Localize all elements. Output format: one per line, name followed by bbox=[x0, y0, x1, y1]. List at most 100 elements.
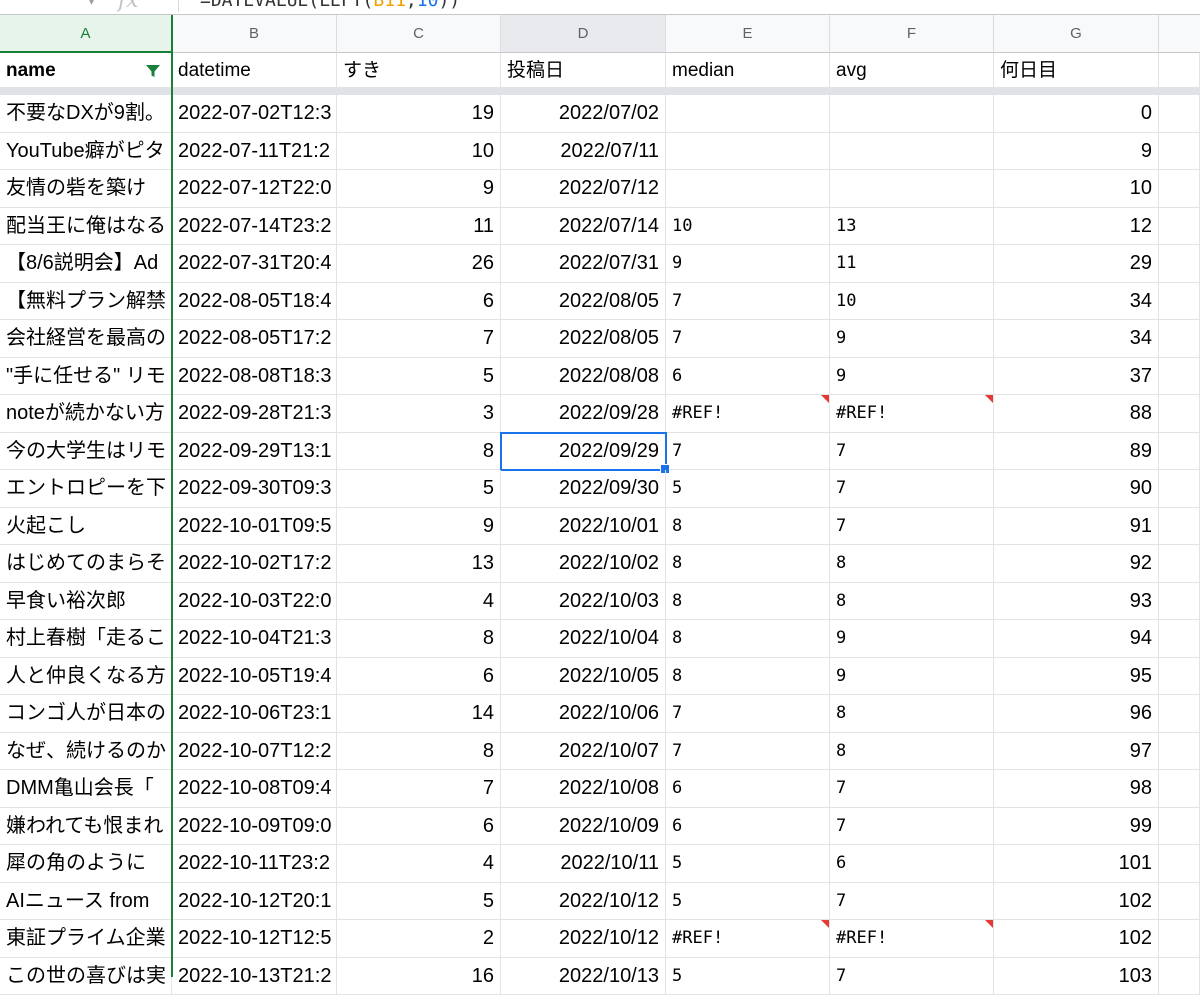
empty-cell[interactable] bbox=[1159, 808, 1200, 846]
header-cell-post-date[interactable]: 投稿日 bbox=[501, 53, 666, 88]
column-header-b[interactable]: B bbox=[172, 15, 337, 53]
cell-avg[interactable]: 9 bbox=[830, 620, 994, 658]
cell-median[interactable]: 6 bbox=[666, 770, 830, 808]
cell-day-n[interactable]: 101 bbox=[994, 845, 1159, 883]
empty-cell[interactable] bbox=[1159, 845, 1200, 883]
cell-day-n[interactable]: 12 bbox=[994, 208, 1159, 246]
empty-cell[interactable] bbox=[1159, 470, 1200, 508]
cell-post-date[interactable]: 2022/10/09 bbox=[501, 808, 666, 846]
error-marker-icon[interactable] bbox=[985, 920, 993, 928]
cell-post-date[interactable]: 2022/07/31 bbox=[501, 245, 666, 283]
formula-bar[interactable]: ▾ fx =DATEVALUE(LEFT(B11,10)) bbox=[0, 0, 1200, 15]
cell-day-n[interactable]: 34 bbox=[994, 320, 1159, 358]
cell-day-n[interactable]: 97 bbox=[994, 733, 1159, 771]
empty-cell[interactable] bbox=[1159, 658, 1200, 696]
cell-post-date[interactable]: 2022/10/04 bbox=[501, 620, 666, 658]
cell-name[interactable]: 早食い裕次郎 bbox=[0, 583, 172, 621]
cell-suki[interactable]: 3 bbox=[337, 395, 501, 433]
cell-post-date[interactable]: 2022/07/02 bbox=[501, 95, 666, 133]
header-cell-day-n[interactable]: 何日目 bbox=[994, 53, 1159, 88]
cell-day-n[interactable]: 103 bbox=[994, 958, 1159, 995]
cell-name[interactable]: 会社経営を最高の bbox=[0, 320, 172, 358]
error-marker-icon[interactable] bbox=[821, 920, 829, 928]
cell-post-date[interactable]: 2022/10/07 bbox=[501, 733, 666, 771]
cell-name[interactable]: なぜ、続けるのか bbox=[0, 733, 172, 771]
cell-median[interactable]: 7 bbox=[666, 695, 830, 733]
cell-datetime[interactable]: 2022-10-09T09:0 bbox=[172, 808, 337, 846]
cell-name[interactable]: 人と仲良くなる方 bbox=[0, 658, 172, 696]
cell-name[interactable]: 村上春樹「走るこ bbox=[0, 620, 172, 658]
cell-avg[interactable]: 7 bbox=[830, 508, 994, 546]
cell-avg[interactable] bbox=[830, 133, 994, 171]
column-header-a[interactable]: A bbox=[0, 15, 172, 53]
cell-suki[interactable]: 4 bbox=[337, 845, 501, 883]
cell-avg[interactable]: 10 bbox=[830, 283, 994, 321]
cell-post-date[interactable]: 2022/09/30 bbox=[501, 470, 666, 508]
cell-post-date[interactable]: 2022/08/05 bbox=[501, 283, 666, 321]
empty-cell[interactable] bbox=[1159, 695, 1200, 733]
cell-suki[interactable]: 5 bbox=[337, 358, 501, 396]
cell-avg[interactable]: 9 bbox=[830, 358, 994, 396]
column-header-h[interactable] bbox=[1159, 15, 1200, 53]
cell-post-date[interactable]: 2022/10/13 bbox=[501, 958, 666, 995]
cell-name[interactable]: エントロピーを下 bbox=[0, 470, 172, 508]
cell-day-n[interactable]: 102 bbox=[994, 920, 1159, 958]
cell-suki[interactable]: 7 bbox=[337, 770, 501, 808]
cell-median[interactable]: 7 bbox=[666, 733, 830, 771]
chevron-down-icon[interactable]: ▾ bbox=[88, 0, 95, 9]
cell-day-n[interactable]: 37 bbox=[994, 358, 1159, 396]
cell-name[interactable]: コンゴ人が日本の bbox=[0, 695, 172, 733]
empty-cell[interactable] bbox=[1159, 583, 1200, 621]
cell-day-n[interactable]: 88 bbox=[994, 395, 1159, 433]
cell-datetime[interactable]: 2022-10-04T21:3 bbox=[172, 620, 337, 658]
cell-datetime[interactable]: 2022-10-13T21:2 bbox=[172, 958, 337, 995]
cell-suki[interactable]: 9 bbox=[337, 508, 501, 546]
cell-datetime[interactable]: 2022-10-05T19:4 bbox=[172, 658, 337, 696]
cell-post-date[interactable]: 2022/08/08 bbox=[501, 358, 666, 396]
empty-cell[interactable] bbox=[1159, 395, 1200, 433]
cell-avg[interactable]: #REF! bbox=[830, 395, 994, 433]
cell-day-n[interactable]: 34 bbox=[994, 283, 1159, 321]
cell-name[interactable]: 今の大学生はリモ bbox=[0, 433, 172, 471]
cell-day-n[interactable]: 92 bbox=[994, 545, 1159, 583]
empty-cell[interactable] bbox=[1159, 920, 1200, 958]
cell-median[interactable]: 10 bbox=[666, 208, 830, 246]
cell-suki[interactable]: 6 bbox=[337, 283, 501, 321]
cell-avg[interactable]: 7 bbox=[830, 770, 994, 808]
filter-icon[interactable] bbox=[145, 63, 161, 79]
cell-day-n[interactable]: 102 bbox=[994, 883, 1159, 921]
empty-cell[interactable] bbox=[1159, 958, 1200, 995]
header-cell-median[interactable]: median bbox=[666, 53, 830, 88]
cell-post-date[interactable]: 2022/10/12 bbox=[501, 920, 666, 958]
cell-avg[interactable]: #REF! bbox=[830, 920, 994, 958]
cell-post-date[interactable]: 2022/07/11 bbox=[501, 133, 666, 171]
empty-cell[interactable] bbox=[1159, 53, 1200, 88]
cell-avg[interactable] bbox=[830, 95, 994, 133]
cell-median[interactable]: 7 bbox=[666, 433, 830, 471]
cell-datetime[interactable]: 2022-09-29T13:1 bbox=[172, 433, 337, 471]
empty-cell[interactable] bbox=[1159, 283, 1200, 321]
cell-avg[interactable]: 9 bbox=[830, 320, 994, 358]
cell-name[interactable]: 友情の砦を築け bbox=[0, 170, 172, 208]
cell-name[interactable]: 【無料プラン解禁 bbox=[0, 283, 172, 321]
empty-cell[interactable] bbox=[1159, 245, 1200, 283]
cell-median[interactable]: 8 bbox=[666, 508, 830, 546]
cell-name[interactable]: 火起こし bbox=[0, 508, 172, 546]
cell-avg[interactable]: 8 bbox=[830, 733, 994, 771]
column-header-g[interactable]: G bbox=[994, 15, 1159, 53]
cell-median[interactable]: #REF! bbox=[666, 920, 830, 958]
cell-median[interactable]: 6 bbox=[666, 358, 830, 396]
error-marker-icon[interactable] bbox=[821, 395, 829, 403]
cell-day-n[interactable]: 98 bbox=[994, 770, 1159, 808]
empty-cell[interactable] bbox=[1159, 508, 1200, 546]
cell-datetime[interactable]: 2022-07-11T21:2 bbox=[172, 133, 337, 171]
cell-avg[interactable]: 7 bbox=[830, 433, 994, 471]
cell-name[interactable]: この世の喜びは実 bbox=[0, 958, 172, 995]
cell-name[interactable]: 嫌われても恨まれ bbox=[0, 808, 172, 846]
cell-suki[interactable]: 10 bbox=[337, 133, 501, 171]
cell-day-n[interactable]: 9 bbox=[994, 133, 1159, 171]
cell-post-date[interactable]: 2022/10/03 bbox=[501, 583, 666, 621]
cell-post-date[interactable]: 2022/09/29 bbox=[501, 433, 666, 471]
formula-input[interactable]: =DATEVALUE(LEFT(B11,10)) bbox=[200, 0, 460, 11]
cell-datetime[interactable]: 2022-10-06T23:1 bbox=[172, 695, 337, 733]
